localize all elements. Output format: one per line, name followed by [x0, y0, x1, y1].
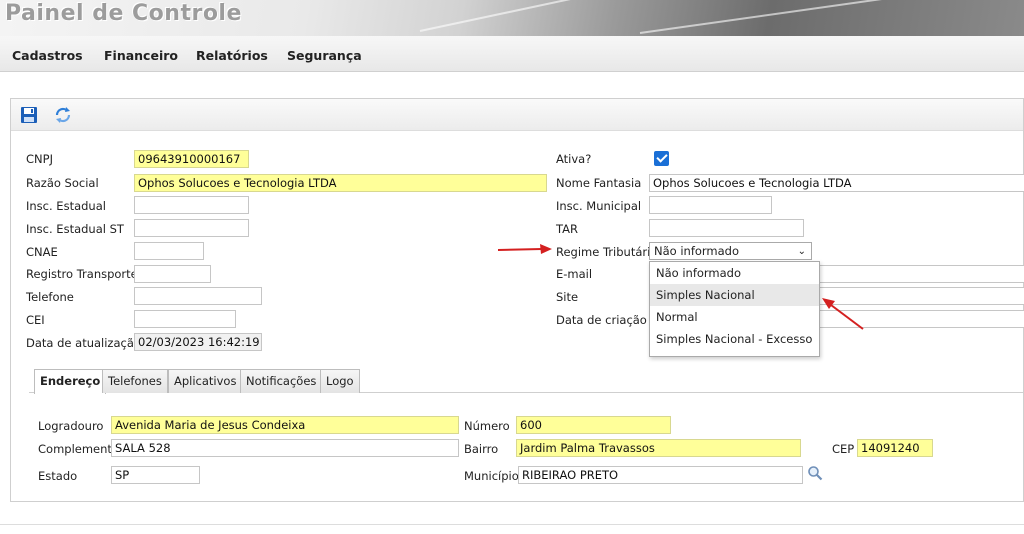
insc-municipal-field[interactable]	[649, 196, 772, 214]
endereco-tab-content: Logradouro Avenida Maria de Jesus Condei…	[29, 393, 1023, 501]
cnae-label: CNAE	[26, 245, 58, 259]
option-simples-nacional[interactable]: Simples Nacional	[650, 284, 819, 306]
bairro-field[interactable]: Jardim Palma Travassos	[516, 439, 801, 457]
regime-tributario-label: Regime Tributário	[556, 245, 658, 259]
site-label: Site	[556, 290, 579, 304]
tar-label: TAR	[556, 222, 578, 236]
menu-seguranca[interactable]: Segurança	[287, 48, 362, 63]
save-icon[interactable]	[20, 106, 38, 124]
registro-transporte-field[interactable]	[134, 265, 211, 283]
chevron-down-icon: ⌄	[797, 246, 806, 257]
company-form-panel: CNPJ 09643910000167 Razão Social Ophos S…	[10, 98, 1024, 502]
search-icon[interactable]	[807, 465, 823, 481]
telefone-label: Telefone	[26, 290, 74, 304]
razao-social-label: Razão Social	[26, 176, 99, 190]
annotation-arrow-icon	[822, 298, 864, 330]
annotation-arrow-icon	[497, 244, 552, 254]
razao-social-field[interactable]: Ophos Solucoes e Tecnologia LTDA	[134, 174, 547, 192]
ativa-checkbox[interactable]	[654, 151, 669, 166]
regime-tributario-selected: Não informado	[654, 244, 740, 258]
tab-telefones[interactable]: Telefones	[102, 369, 168, 393]
data-atualizacao-label: Data de atualização	[26, 336, 141, 350]
tab-logo[interactable]: Logo	[320, 369, 360, 393]
cnae-field[interactable]	[134, 242, 204, 260]
header-banner: Painel de Controle	[0, 0, 1024, 36]
bairro-label: Bairro	[464, 442, 499, 456]
cep-field[interactable]: 14091240	[857, 439, 933, 457]
insc-estadual-st-field[interactable]	[134, 219, 249, 237]
tar-field[interactable]	[649, 219, 804, 237]
address-tabs: Endereço Telefones Aplicativos Notificaç…	[29, 365, 1023, 394]
insc-estadual-field[interactable]	[134, 196, 249, 214]
telefone-field[interactable]	[134, 287, 262, 305]
data-criacao-label: Data de criação	[556, 313, 647, 327]
insc-municipal-label: Insc. Municipal	[556, 199, 642, 213]
menu-cadastros[interactable]: Cadastros	[12, 48, 83, 63]
numero-label: Número	[464, 419, 510, 433]
regime-tributario-select[interactable]: Não informado ⌄	[649, 242, 812, 260]
menu-relatorios[interactable]: Relatórios	[196, 48, 268, 63]
email-label: E-mail	[556, 267, 593, 281]
complemento-field[interactable]: SALA 528	[111, 439, 459, 457]
logradouro-label: Logradouro	[38, 419, 104, 433]
nome-fantasia-label: Nome Fantasia	[556, 176, 642, 190]
refresh-icon[interactable]	[54, 106, 72, 124]
app-title: Painel de Controle	[5, 1, 242, 26]
cnpj-field[interactable]: 09643910000167	[134, 150, 249, 168]
tab-aplicativos[interactable]: Aplicativos	[168, 369, 243, 393]
email-field[interactable]	[819, 265, 1024, 283]
banner-stripe	[639, 0, 1017, 34]
data-atualizacao-field: 02/03/2023 16:42:19	[134, 333, 262, 351]
ativa-label: Ativa?	[556, 152, 592, 166]
registro-transporte-label: Registro Transporte	[26, 267, 138, 281]
main-menu: Cadastros Financeiro Relatórios Seguranç…	[0, 36, 1024, 72]
numero-field[interactable]: 600	[516, 416, 671, 434]
logradouro-field[interactable]: Avenida Maria de Jesus Condeixa	[111, 416, 459, 434]
insc-estadual-label: Insc. Estadual	[26, 199, 106, 213]
estado-field[interactable]: SP	[111, 466, 200, 484]
estado-label: Estado	[38, 469, 78, 483]
option-normal[interactable]: Normal	[650, 306, 819, 328]
complemento-label: Complemento	[38, 442, 119, 456]
cei-label: CEI	[26, 313, 45, 327]
page-bottom-divider	[0, 524, 1024, 525]
menu-financeiro[interactable]: Financeiro	[104, 48, 178, 63]
cei-field[interactable]	[134, 310, 236, 328]
option-simples-nacional-excesso[interactable]: Simples Nacional - Excesso	[650, 328, 819, 350]
tab-endereco[interactable]: Endereço	[34, 369, 107, 394]
municipio-label: Município	[464, 469, 519, 483]
cnpj-label: CNPJ	[26, 152, 53, 166]
form-toolbar	[11, 99, 1023, 131]
cep-label: CEP	[832, 442, 855, 456]
insc-estadual-st-label: Insc. Estadual ST	[26, 222, 124, 236]
regime-tributario-dropdown: Não informado Simples Nacional Normal Si…	[649, 261, 820, 357]
option-nao-informado[interactable]: Não informado	[650, 262, 819, 284]
nome-fantasia-field[interactable]: Ophos Solucoes e Tecnologia LTDA	[649, 174, 1024, 192]
municipio-field[interactable]: RIBEIRAO PRETO	[518, 466, 803, 484]
tab-notificacoes[interactable]: Notificações	[240, 369, 323, 393]
